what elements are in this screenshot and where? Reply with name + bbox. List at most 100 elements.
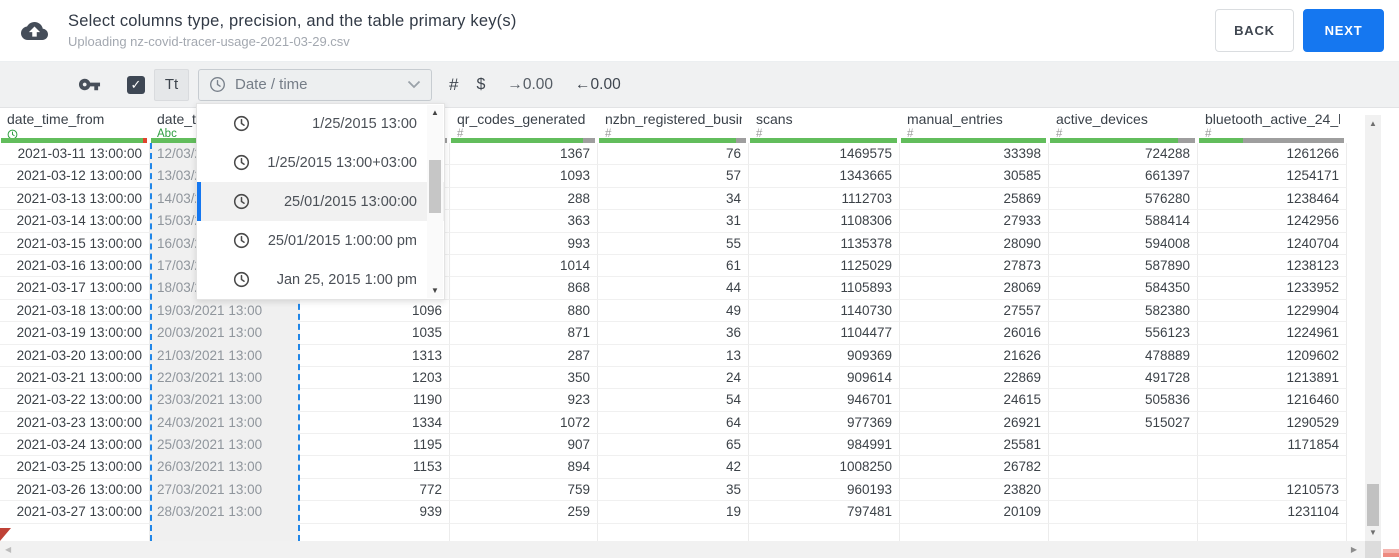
table-cell: 2021-03-19 13:00:00	[0, 322, 150, 345]
table-cell: 26921	[900, 411, 1049, 435]
date-format-options: 1/25/2015 13:00 1/25/2015 13:00+03:00 25/0…	[197, 104, 444, 299]
date-format-option[interactable]: 25/01/2015 13:00:00	[197, 182, 444, 221]
table-cell: 594008	[1049, 232, 1198, 255]
date-format-option-label: Jan 25, 2015 1:00 pm	[276, 271, 417, 288]
include-column-checkbox[interactable]: ✓	[127, 75, 145, 94]
table-cell: 2021-03-22 13:00:00	[0, 389, 150, 412]
increase-precision-button[interactable]: →0.00	[507, 76, 553, 94]
table-cell: 1367	[450, 143, 598, 166]
back-button[interactable]: BACK	[1215, 9, 1294, 52]
dropdown-scrollbar[interactable]: ▲ ▼	[427, 105, 443, 298]
scroll-left-icon[interactable]: ◀	[5, 545, 11, 554]
table-cell: 20/03/2021 13:00	[150, 322, 300, 345]
table-cell: 1469575	[749, 143, 900, 166]
text-type-button[interactable]: Tt	[154, 68, 189, 101]
table-cell: 977369	[749, 411, 900, 435]
table-cell: 1238464	[1198, 187, 1347, 211]
table-cell: 1261266	[1198, 143, 1347, 166]
column-header-scans[interactable]: scans #	[749, 108, 900, 143]
dropdown-scrollbar-thumb[interactable]	[429, 160, 441, 213]
table-cell	[1198, 523, 1347, 541]
scroll-right-icon[interactable]: ▶	[1351, 545, 1357, 554]
date-format-option[interactable]: Jan 25, 2015 1:00 pm	[197, 260, 444, 299]
table-cell: 1290529	[1198, 411, 1347, 435]
table-cell: 28069	[900, 277, 1049, 300]
table-cell: 1135378	[749, 232, 900, 255]
table-cell: 1112703	[749, 187, 900, 211]
table-cell: 21626	[900, 344, 1049, 367]
table-cell: 1216460	[1198, 389, 1347, 412]
table-cell: 2021-03-15 13:00:00	[0, 232, 150, 255]
table-cell: 2021-03-18 13:00:00	[0, 299, 150, 323]
table-cell: 515027	[1049, 411, 1198, 435]
table-cell: 13	[598, 344, 749, 367]
table-row: 2021-03-20 13:00:00 21/03/2021 13:00 1313 2…	[0, 344, 1399, 367]
column-header-date_time_from[interactable]: date_time_from	[0, 108, 150, 143]
decrease-precision-button[interactable]: ←0.00	[575, 76, 621, 94]
column-header-active_devices[interactable]: active_devices #	[1049, 108, 1198, 143]
table-cell: 19/03/2021 13:00	[150, 299, 300, 323]
date-format-option-label: 25/01/2015 13:00:00	[283, 193, 417, 210]
table-cell: 30585	[900, 165, 1049, 188]
column-type-select[interactable]: Date / time	[198, 68, 432, 101]
table-row: 2021-03-24 13:00:00 25/03/2021 13:00 1195 9…	[0, 434, 1399, 457]
vertical-scrollbar[interactable]: ▲ ▼	[1365, 115, 1381, 541]
column-header-qr_codes_generated[interactable]: qr_codes_generated #	[450, 108, 598, 143]
next-button[interactable]: NEXT	[1303, 9, 1384, 52]
table-cell: 2021-03-17 13:00:00	[0, 277, 150, 300]
table-row: 2021-03-19 13:00:00 20/03/2021 13:00 1035 8…	[0, 322, 1399, 345]
table-cell: 288	[450, 187, 598, 211]
table-cell	[1049, 434, 1198, 457]
table-cell: 44	[598, 277, 749, 300]
scroll-down-icon[interactable]: ▼	[1365, 528, 1381, 537]
dropdown-scroll-up-icon[interactable]: ▲	[427, 108, 443, 117]
table-cell: 26016	[900, 322, 1049, 345]
date-format-option-label: 25/01/2015 1:00:00 pm	[267, 232, 417, 249]
table-cell: 772	[300, 478, 450, 502]
table-cell: 1008250	[749, 456, 900, 479]
table-row: 2021-03-22 13:00:00 23/03/2021 13:00 1190 9…	[0, 389, 1399, 412]
table-cell: 1238123	[1198, 254, 1347, 278]
table-cell: 49	[598, 299, 749, 323]
scrollbar-fragment	[1383, 549, 1399, 557]
date-format-option[interactable]: 25/01/2015 1:00:00 pm	[197, 221, 444, 260]
table-cell: 1313	[300, 344, 450, 367]
table-cell: 868	[450, 277, 598, 300]
primary-key-icon[interactable]	[78, 73, 101, 96]
table-cell: 960193	[749, 478, 900, 502]
table-cell: 909614	[749, 366, 900, 390]
upload-cloud-icon	[21, 21, 48, 40]
column-header-manual_entries[interactable]: manual_entries #	[900, 108, 1049, 143]
table-cell: 797481	[749, 501, 900, 524]
table-cell: 26/03/2021 13:00	[150, 456, 300, 479]
table-cell: 23/03/2021 13:00	[150, 389, 300, 412]
date-format-option[interactable]: 1/25/2015 13:00+03:00	[197, 143, 444, 182]
upload-filename-subtitle: Uploading nz-covid-tracer-usage-2021-03-…	[68, 34, 350, 49]
currency-type-button[interactable]: $	[476, 76, 485, 94]
table-cell	[749, 523, 900, 541]
table-cell: 1096	[300, 299, 450, 323]
table-cell: 1125029	[749, 254, 900, 278]
vertical-scrollbar-thumb[interactable]	[1367, 484, 1379, 526]
horizontal-scrollbar[interactable]: ◀ ▶	[0, 541, 1365, 558]
table-row: 2021-03-18 13:00:00 19/03/2021 13:00 1096 8…	[0, 299, 1399, 323]
table-cell: 61	[598, 254, 749, 278]
dropdown-scroll-down-icon[interactable]: ▼	[427, 286, 443, 295]
table-cell: 894	[450, 456, 598, 479]
table-cell: 287	[450, 344, 598, 367]
number-type-button[interactable]: #	[449, 75, 458, 95]
table-cell: 661397	[1049, 165, 1198, 188]
table-cell: 42	[598, 456, 749, 479]
column-name: scans	[756, 111, 793, 127]
date-format-option[interactable]: 1/25/2015 13:00	[197, 104, 444, 143]
column-header-bluetooth_active_24_hr_[interactable]: bluetooth_active_24_hr_#	[1198, 108, 1347, 143]
column-header-nzbn_registered_busine[interactable]: nzbn_registered_busine #	[598, 108, 749, 143]
table-row: 2021-03-23 13:00:00 24/03/2021 13:00 1334 1…	[0, 411, 1399, 435]
table-cell	[1198, 456, 1347, 479]
table-cell: 1072	[450, 411, 598, 435]
table-cell: 2021-03-23 13:00:00	[0, 411, 150, 435]
column-name: date_time_from	[7, 111, 105, 127]
table-cell: 993	[450, 232, 598, 255]
scroll-up-icon[interactable]: ▲	[1365, 119, 1381, 128]
table-cell: 759	[450, 478, 598, 502]
